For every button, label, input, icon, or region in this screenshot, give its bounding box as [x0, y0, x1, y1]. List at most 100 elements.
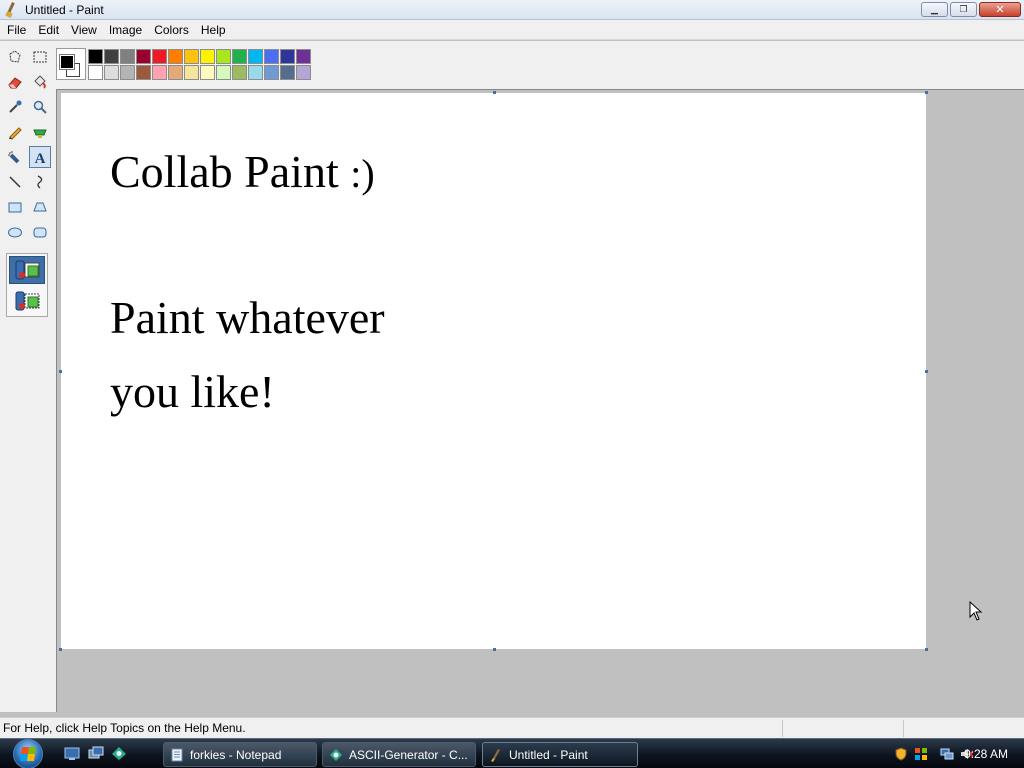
current-colors[interactable]	[56, 48, 86, 80]
palette-swatch[interactable]	[152, 65, 167, 80]
palette-swatch[interactable]	[120, 65, 135, 80]
mouse-cursor-icon	[969, 601, 983, 621]
clock[interactable]: 9:28 AM	[964, 747, 1008, 761]
canvas-resize-handle-bottom[interactable]	[493, 648, 496, 651]
menu-help[interactable]: Help	[195, 23, 232, 37]
palette-swatch[interactable]	[120, 49, 135, 64]
canvas-text-line-1: Collab Paint :)	[110, 145, 375, 198]
tool-rounded-rectangle[interactable]	[29, 221, 51, 243]
tool-pick-color[interactable]	[4, 96, 26, 118]
taskbar: forkies - Notepad ASCII-Generator - C...…	[0, 738, 1024, 768]
windows-update-icon[interactable]	[914, 747, 928, 761]
ellipse-icon	[8, 227, 22, 238]
canvas-text-smiley: :)	[350, 151, 375, 196]
magnifier-icon	[33, 100, 47, 114]
palette-swatch[interactable]	[264, 49, 279, 64]
palette-swatch[interactable]	[200, 65, 215, 80]
menu-image[interactable]: Image	[103, 23, 148, 37]
canvas-text-line-2: Paint whatever	[110, 292, 385, 343]
task-label-notepad: forkies - Notepad	[190, 747, 282, 762]
tool-text[interactable]: A	[29, 146, 51, 168]
restore-button[interactable]: ❐	[950, 2, 977, 17]
tool-curve[interactable]	[29, 171, 51, 193]
quick-launch-app-icon[interactable]	[111, 746, 127, 761]
taskbar-ascii-generator[interactable]: ASCII-Generator - C...	[322, 742, 476, 767]
rounded-rectangle-icon	[33, 227, 47, 238]
menu-file[interactable]: File	[0, 23, 32, 37]
tool-fill-with-color[interactable]	[29, 71, 51, 93]
palette-swatch[interactable]	[200, 49, 215, 64]
palette-swatch[interactable]	[280, 65, 295, 80]
tool-magnifier[interactable]	[29, 96, 51, 118]
start-button[interactable]	[6, 738, 50, 768]
close-button[interactable]: ✕	[979, 2, 1021, 17]
status-text: For Help, click Help Topics on the Help …	[3, 721, 246, 735]
palette-swatch[interactable]	[232, 49, 247, 64]
palette-swatch[interactable]	[184, 49, 199, 64]
switch-windows-icon[interactable]	[88, 746, 104, 761]
color-palette	[88, 49, 311, 80]
opaque-background-option[interactable]	[9, 256, 45, 284]
polygon-icon	[33, 202, 47, 212]
minimize-button[interactable]: ▁	[921, 2, 948, 17]
show-desktop-icon[interactable]	[64, 746, 80, 761]
menu-view[interactable]: View	[65, 23, 103, 37]
palette-swatch[interactable]	[184, 65, 199, 80]
palette-swatch[interactable]	[264, 65, 279, 80]
task-label-ascii-generator: ASCII-Generator - C...	[349, 747, 468, 762]
palette-swatch[interactable]	[232, 65, 247, 80]
title-bar[interactable]: Untitled - Paint ▁ ❐ ✕	[0, 0, 1024, 20]
tool-eraser[interactable]	[4, 71, 26, 93]
tool-line[interactable]	[4, 171, 26, 193]
palette-swatch[interactable]	[136, 49, 151, 64]
palette-swatch[interactable]	[296, 65, 311, 80]
taskbar-notepad[interactable]: forkies - Notepad	[163, 742, 317, 767]
palette-swatch[interactable]	[88, 49, 103, 64]
tool-pencil[interactable]	[4, 121, 26, 143]
pencil-icon	[9, 127, 22, 140]
drawing-canvas[interactable]: Collab Paint :) Paint whatever you like!	[61, 93, 926, 649]
foreground-color[interactable]	[59, 54, 75, 70]
window-title: Untitled - Paint	[25, 2, 104, 17]
canvas-resize-handle-top	[493, 91, 496, 94]
free-form-select-icon	[9, 50, 21, 63]
toolbox: A	[0, 41, 56, 712]
color-picker-icon	[9, 100, 22, 113]
opaque-shapes-icon	[15, 260, 40, 280]
tool-free-form-select[interactable]	[4, 46, 26, 68]
tool-brush[interactable]	[29, 121, 51, 143]
palette-swatch[interactable]	[296, 49, 311, 64]
curve-icon	[37, 175, 43, 189]
menu-colors[interactable]: Colors	[148, 23, 195, 37]
canvas-resize-handle-right[interactable]	[925, 370, 928, 373]
canvas-resize-handle-left	[59, 370, 62, 373]
select-icon	[33, 51, 47, 63]
palette-swatch[interactable]	[280, 49, 295, 64]
canvas-resize-handle-bottom-left	[59, 648, 62, 651]
palette-swatch[interactable]	[168, 49, 183, 64]
notepad-icon	[171, 748, 183, 761]
eraser-icon	[8, 77, 22, 89]
canvas-resize-handle-bottom-right[interactable]	[925, 648, 928, 651]
tool-ellipse[interactable]	[4, 221, 26, 243]
menu-edit[interactable]: Edit	[32, 23, 65, 37]
taskbar-paint[interactable]: Untitled - Paint	[482, 742, 638, 767]
palette-swatch[interactable]	[248, 65, 263, 80]
tool-rectangle[interactable]	[4, 196, 26, 218]
palette-swatch[interactable]	[216, 65, 231, 80]
palette-swatch[interactable]	[152, 49, 167, 64]
network-icon[interactable]	[940, 747, 954, 761]
palette-swatch[interactable]	[104, 49, 119, 64]
palette-swatch[interactable]	[88, 65, 103, 80]
palette-swatch[interactable]	[104, 65, 119, 80]
security-shield-icon[interactable]	[894, 747, 908, 761]
tool-polygon[interactable]	[29, 196, 51, 218]
paint-app-icon[interactable]	[3, 1, 19, 18]
transparent-background-option[interactable]	[9, 287, 45, 315]
palette-swatch[interactable]	[248, 49, 263, 64]
tool-select[interactable]	[29, 46, 51, 68]
palette-swatch[interactable]	[216, 49, 231, 64]
palette-swatch[interactable]	[136, 65, 151, 80]
palette-swatch[interactable]	[168, 65, 183, 80]
tool-airbrush[interactable]	[4, 146, 26, 168]
